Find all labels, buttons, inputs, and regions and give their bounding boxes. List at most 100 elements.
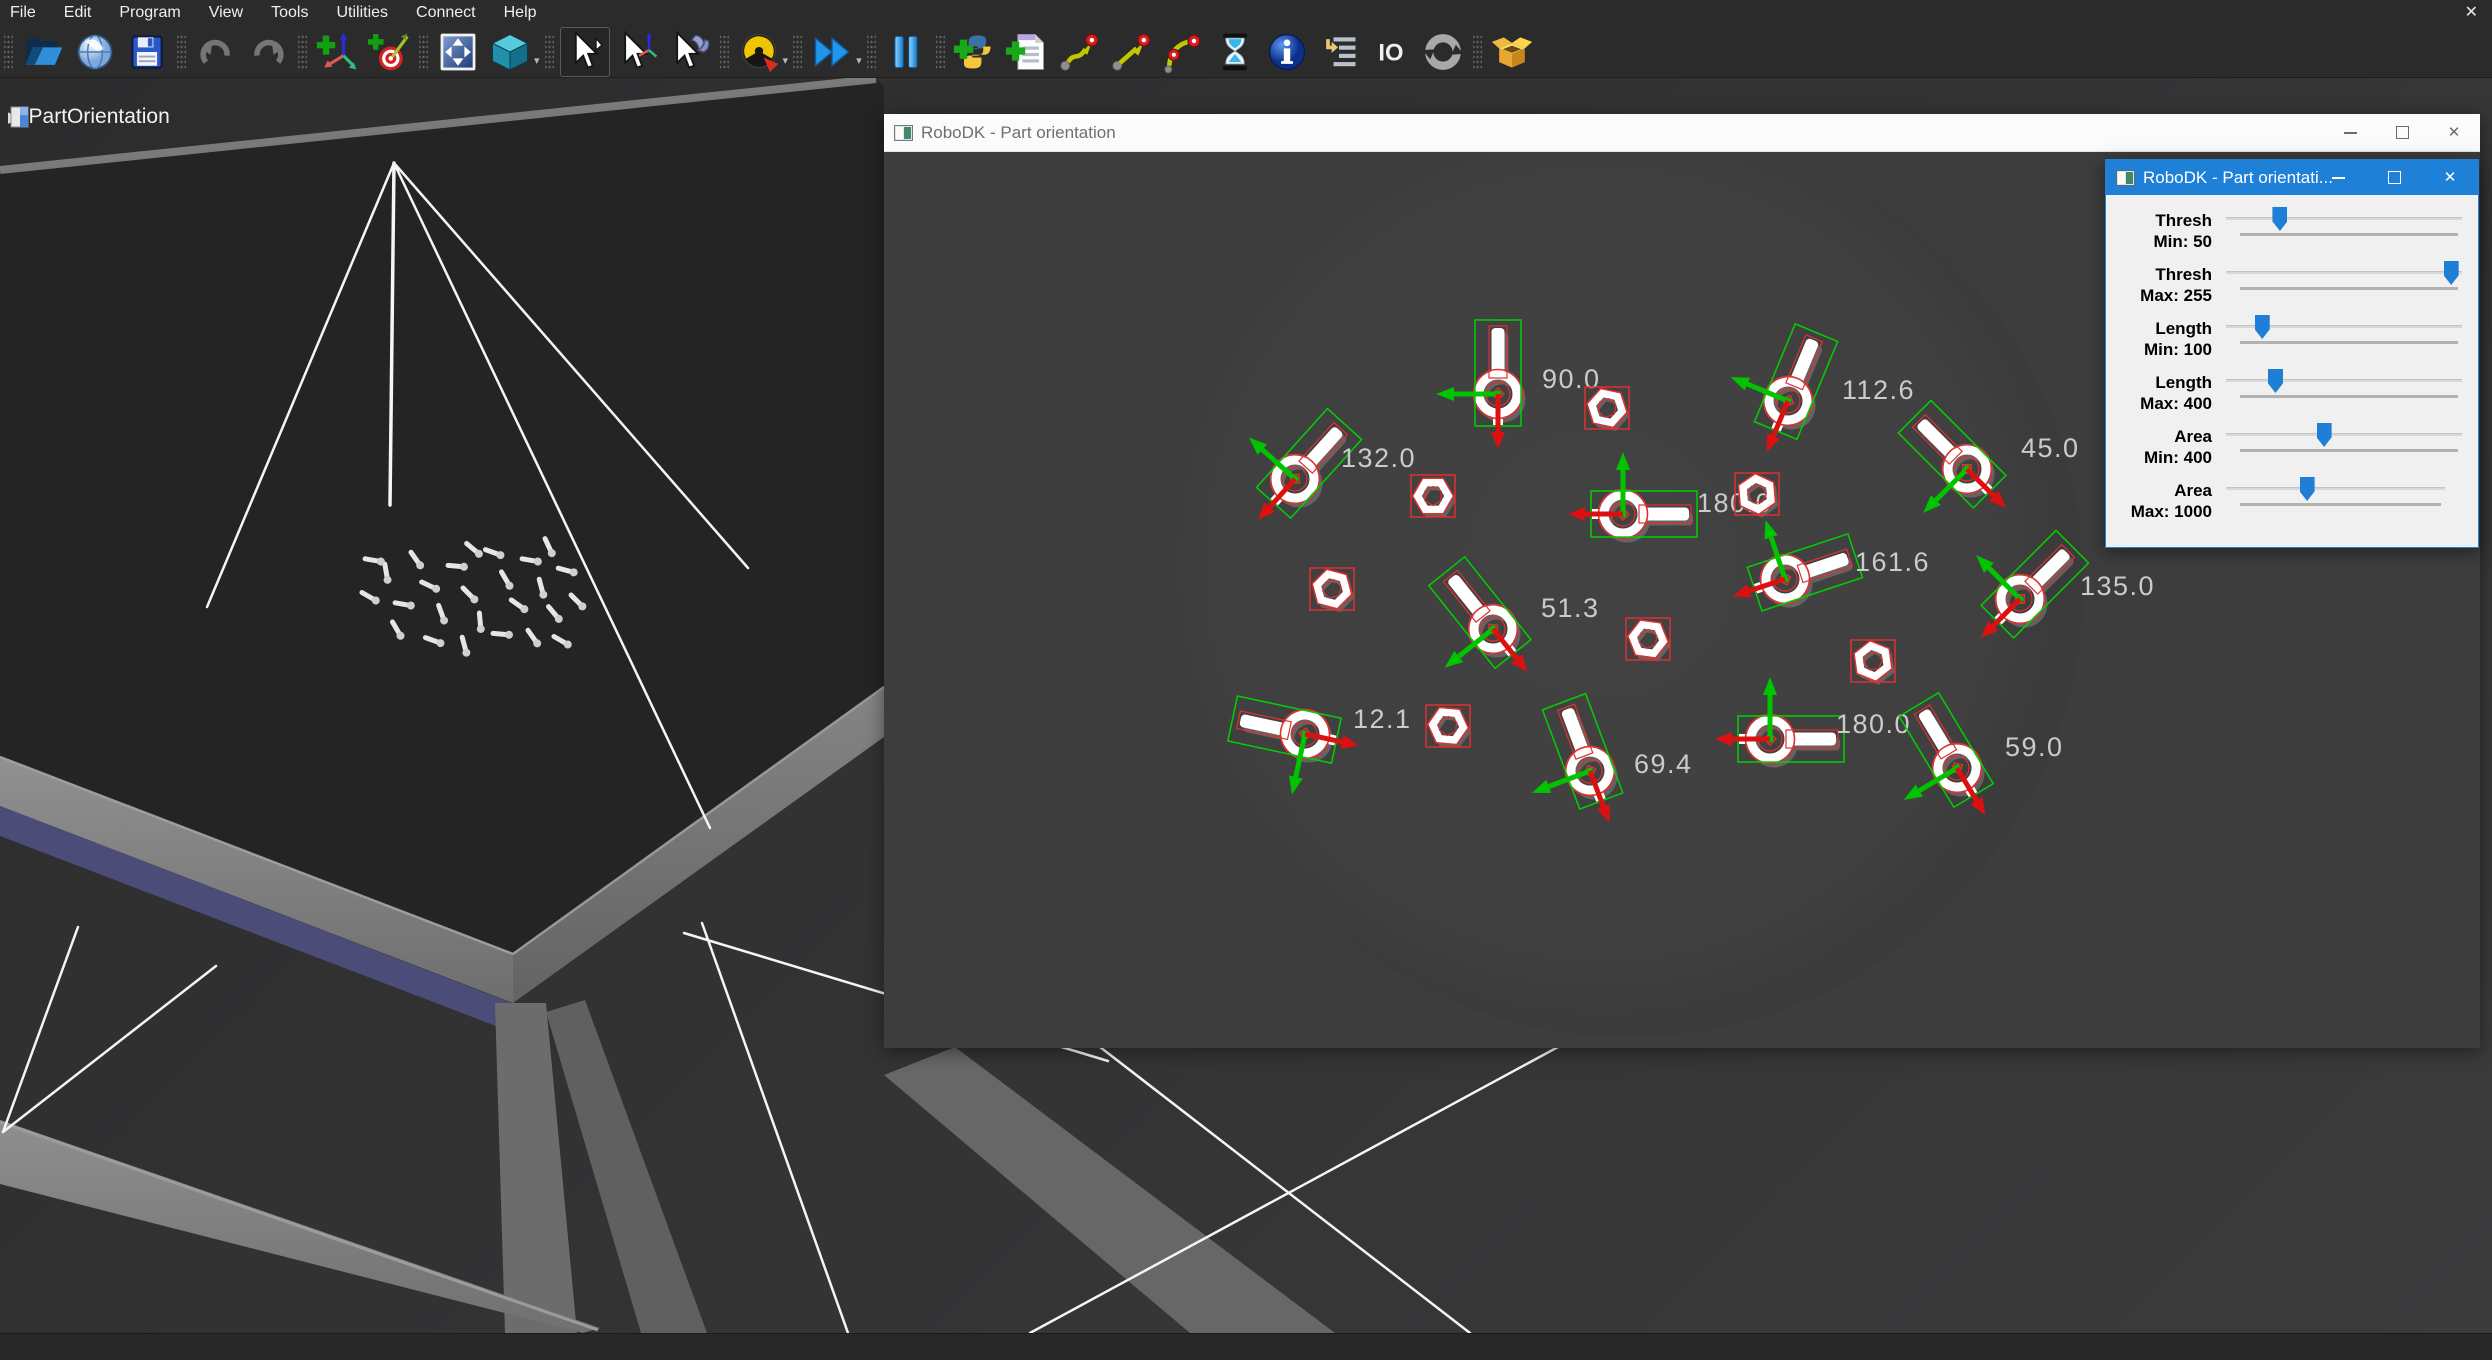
add-python-icon [953, 30, 997, 74]
move-joint-icon [1057, 30, 1101, 74]
run-loop-icon [1421, 30, 1465, 74]
save-station-button[interactable] [123, 28, 171, 76]
dropdown-caret[interactable]: ▾ [534, 54, 540, 67]
cursor-select-button[interactable] [560, 27, 610, 77]
show-message-instruction-button[interactable] [1263, 28, 1311, 76]
slider-row-thresh-min: ThreshMin: 50 [2106, 204, 2478, 258]
maximize-button[interactable] [2376, 114, 2428, 151]
dropdown-caret[interactable]: ▾ [783, 54, 789, 67]
slider-thumb-thresh-min[interactable] [2272, 207, 2287, 231]
bolt-angle-label: 112.6 [1842, 375, 1915, 405]
move-linear-instruction-button[interactable] [1107, 28, 1155, 76]
close-button[interactable]: ✕ [2422, 160, 2478, 195]
add-program-icon [1005, 30, 1049, 74]
menu-items: FileEditProgramViewToolsUtilitiesConnect… [0, 0, 551, 26]
params-window-titlebar[interactable]: RoboDK - Part orientati... ✕ [2106, 160, 2478, 195]
program-call-instruction-button[interactable] [1315, 28, 1363, 76]
program-call-icon [1317, 30, 1361, 74]
slider-thumb-length-min[interactable] [2255, 315, 2270, 339]
menu-item-file[interactable]: File [0, 0, 50, 26]
move-joint-instruction-button[interactable] [1055, 28, 1103, 76]
slider-row-thresh-max: ThreshMax: 255 [2106, 258, 2478, 312]
toolbar-separator [936, 33, 945, 71]
bolt-angle-label: 51.3 [1541, 593, 1600, 623]
app-close-button[interactable]: ✕ [2459, 1, 2484, 25]
isometric-view-button[interactable] [486, 28, 534, 76]
fast-forward-icon [810, 30, 854, 74]
wait-instruction-button[interactable] [1211, 28, 1259, 76]
cursor-select-icon [563, 30, 607, 74]
slider-row-length-min: LengthMin: 100 [2106, 312, 2478, 366]
package-box-icon [1490, 30, 1534, 74]
slider-label-area-min: AreaMin: 400 [2110, 426, 2212, 468]
export-simulation-button[interactable] [1488, 28, 1536, 76]
toolbar-handle [4, 33, 13, 71]
maximize-icon [2388, 171, 2401, 184]
undo-button[interactable] [192, 28, 240, 76]
add-target-button[interactable] [365, 28, 413, 76]
run-fast-button[interactable] [808, 28, 856, 76]
menu-item-edit[interactable]: Edit [50, 0, 106, 26]
emergency-stop-button[interactable] [735, 28, 783, 76]
run-loop-button[interactable] [1419, 28, 1467, 76]
station-tree-item[interactable]: ▶ PartOrientation [8, 105, 170, 129]
slider-thresh-min[interactable] [2226, 204, 2468, 258]
main-toolbar: ▾ ▾ [0, 26, 2492, 78]
close-icon: ✕ [2448, 125, 2461, 140]
vision-window-titlebar[interactable]: RoboDK - Part orientation ✕ [884, 114, 2480, 152]
slider-length-max[interactable] [2226, 366, 2468, 420]
cursor-move-reference-button[interactable] [614, 28, 662, 76]
slider-area-min[interactable] [2226, 420, 2468, 474]
slider-track[interactable] [2226, 433, 2462, 436]
menu-bar: FileEditProgramViewToolsUtilitiesConnect… [0, 0, 2492, 27]
slider-track[interactable] [2226, 271, 2462, 274]
slider-row-length-max: LengthMax: 400 [2106, 366, 2478, 420]
pause-button[interactable] [882, 28, 930, 76]
minimize-button[interactable] [2324, 114, 2376, 151]
slider-tick-line [2240, 287, 2458, 290]
menu-item-utilities[interactable]: Utilities [322, 0, 402, 26]
fit-all-button[interactable] [434, 28, 482, 76]
cursor-move-object-icon [668, 30, 712, 74]
open-online-library-button[interactable] [71, 28, 119, 76]
menu-item-help[interactable]: Help [490, 0, 551, 26]
slider-track[interactable] [2226, 487, 2445, 490]
taskbar[interactable] [0, 1333, 2492, 1360]
maximize-button[interactable] [2366, 160, 2422, 195]
menu-item-tools[interactable]: Tools [257, 0, 322, 26]
close-button[interactable]: ✕ [2428, 114, 2480, 151]
slider-label-thresh-min: ThreshMin: 50 [2110, 210, 2212, 252]
slider-length-min[interactable] [2226, 312, 2468, 366]
slider-thumb-area-max[interactable] [2300, 477, 2315, 501]
bolt-angle-label: 132.0 [1341, 443, 1416, 473]
add-reference-frame-button[interactable] [313, 28, 361, 76]
slider-thumb-thresh-max[interactable] [2444, 261, 2459, 285]
slider-thumb-length-max[interactable] [2268, 369, 2283, 393]
minimize-button[interactable] [2310, 160, 2366, 195]
menu-item-connect[interactable]: Connect [402, 0, 490, 26]
add-program-button[interactable] [1003, 28, 1051, 76]
menu-item-view[interactable]: View [195, 0, 257, 26]
move-circular-instruction-button[interactable] [1159, 28, 1207, 76]
bolt-angle-label: 69.4 [1634, 749, 1693, 779]
dropdown-caret[interactable]: ▾ [856, 54, 862, 67]
info-icon [1265, 30, 1309, 74]
params-window-title: RoboDK - Part orientati... [2143, 168, 2333, 188]
slider-tick-line [2240, 341, 2458, 344]
slider-track[interactable] [2226, 379, 2462, 382]
slider-track[interactable] [2226, 217, 2462, 220]
maximize-icon [2396, 126, 2409, 139]
set-io-instruction-button[interactable]: IO [1367, 28, 1415, 76]
slider-area-max[interactable] [2226, 474, 2468, 528]
cursor-move-object-button[interactable] [666, 28, 714, 76]
redo-button[interactable] [244, 28, 292, 76]
slider-thresh-max[interactable] [2226, 258, 2468, 312]
toolbar-separator [867, 33, 876, 71]
pause-icon [884, 30, 928, 74]
slider-tick-line [2240, 449, 2458, 452]
open-folder-button[interactable] [19, 28, 67, 76]
slider-thumb-area-min[interactable] [2317, 423, 2332, 447]
bolt-angle-label: 90.0 [1542, 364, 1601, 394]
menu-item-program[interactable]: Program [105, 0, 194, 26]
add-python-program-button[interactable] [951, 28, 999, 76]
